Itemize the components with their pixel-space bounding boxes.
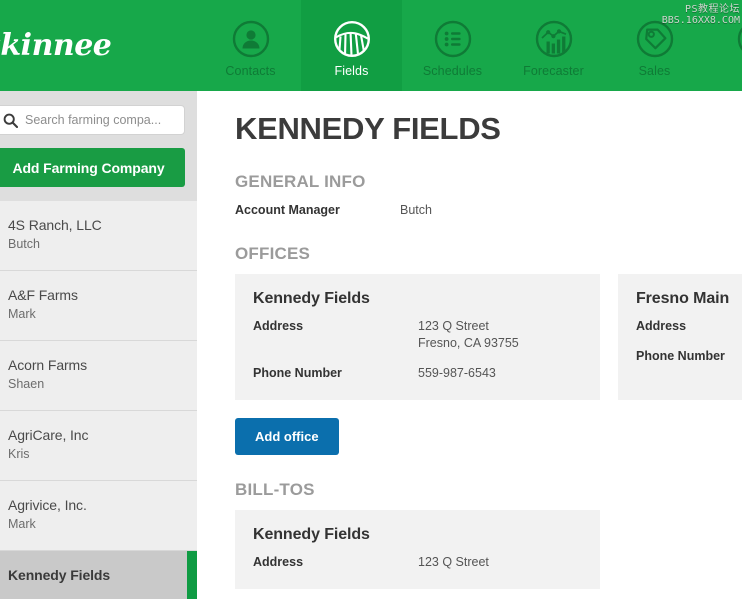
search-icon <box>3 113 18 128</box>
office-address-row: Address 123 Q Street Fresno, CA 93755 <box>253 318 582 352</box>
bill-to-address-row: Address 123 Q Street <box>253 554 582 571</box>
company-name: Kennedy Fields <box>8 566 185 584</box>
office-address-row: Address <box>636 318 742 335</box>
phone-label: Phone Number <box>253 365 418 382</box>
top-navigation-bar: skinnee Contacts <box>0 0 742 91</box>
nav-tab-forecaster[interactable]: Forecaster <box>503 0 604 91</box>
search-box[interactable] <box>0 105 185 135</box>
company-list-item[interactable]: A&F Farms Mark <box>0 271 197 341</box>
add-office-button[interactable]: Add office <box>235 418 339 455</box>
offices-heading: OFFICES <box>235 244 742 264</box>
office-card[interactable]: Kennedy Fields Address 123 Q Street Fres… <box>235 274 600 400</box>
watermark-overlay: PS教程论坛 BBS.16XX8.COM <box>662 4 740 26</box>
address-value: 123 Q Street Fresno, CA 93755 <box>418 318 519 352</box>
page-title: KENNEDY FIELDS <box>235 111 742 147</box>
watermark-line-2: BBS.16XX8.COM <box>662 15 740 26</box>
chart-forecast-icon <box>534 19 574 59</box>
account-manager-value: Butch <box>400 202 432 219</box>
main-content: KENNEDY FIELDS GENERAL INFO Account Mana… <box>200 91 742 599</box>
company-name: Agrivice, Inc. <box>8 496 185 514</box>
company-manager: Mark <box>8 305 185 323</box>
company-list-item[interactable]: 4S Ranch, LLC Butch <box>0 201 197 271</box>
address-label: Address <box>636 318 686 335</box>
nav-tabs: Contacts <box>200 0 742 91</box>
card-spacer <box>636 335 742 348</box>
account-manager-label: Account Manager <box>235 202 400 219</box>
nav-tab-label: Fields <box>335 64 369 78</box>
company-name: Acorn Farms <box>8 356 185 374</box>
phone-label: Phone Number <box>636 348 725 365</box>
address-label: Address <box>253 318 418 335</box>
company-manager: Kris <box>8 445 185 463</box>
nav-tab-schedules[interactable]: Schedules <box>402 0 503 91</box>
company-manager: Butch <box>8 235 185 253</box>
general-info-heading: GENERAL INFO <box>235 172 742 192</box>
contact-person-icon <box>231 19 271 59</box>
company-list-item-selected[interactable]: Kennedy Fields <box>0 551 197 599</box>
address-line-1: 123 Q Street <box>418 318 519 335</box>
nav-tab-label: Forecaster <box>523 64 584 78</box>
bill-to-card-title: Kennedy Fields <box>253 526 582 544</box>
company-list-item[interactable]: AgriCare, Inc Kris <box>0 411 197 481</box>
office-phone-row: Phone Number 559-987-6543 <box>253 365 582 382</box>
card-spacer <box>253 352 582 365</box>
add-farming-company-button[interactable]: Add Farming Company <box>0 148 185 187</box>
bill-tos-cards-row: Kennedy Fields Address 123 Q Street <box>235 510 742 589</box>
address-label: Address <box>253 554 418 571</box>
brand-logo[interactable]: skinnee <box>0 0 200 91</box>
address-line-1: 123 Q Street <box>418 554 489 571</box>
general-info-row: Account Manager Butch <box>235 202 742 219</box>
company-list-item[interactable]: Acorn Farms Shaen <box>0 341 197 411</box>
nav-tab-label: Contacts <box>225 64 275 78</box>
phone-value: 559-987-6543 <box>418 365 496 382</box>
nav-tab-fields[interactable]: Fields <box>301 0 402 91</box>
nav-tab-label: Sales <box>639 64 671 78</box>
nav-tab-contacts[interactable]: Contacts <box>200 0 301 91</box>
company-name: A&F Farms <box>8 286 185 304</box>
address-line-2: Fresno, CA 93755 <box>418 335 519 352</box>
company-name: 4S Ranch, LLC <box>8 216 185 234</box>
office-card-title: Kennedy Fields <box>253 290 582 308</box>
bill-tos-heading: BILL-TOS <box>235 480 742 500</box>
sidebar: Add Farming Company 4S Ranch, LLC Butch … <box>0 91 197 599</box>
watermark-line-1: PS教程论坛 <box>662 4 740 15</box>
field-rows-icon <box>332 19 372 59</box>
nav-tab-label: Schedules <box>423 64 482 78</box>
office-card-title: Fresno Main <box>636 290 742 308</box>
app-root: skinnee Contacts <box>0 0 742 599</box>
company-list: 4S Ranch, LLC Butch A&F Farms Mark Acorn… <box>0 201 197 599</box>
bill-to-card[interactable]: Kennedy Fields Address 123 Q Street <box>235 510 600 589</box>
sidebar-header: Add Farming Company <box>0 91 197 201</box>
offices-cards-row: Kennedy Fields Address 123 Q Street Fres… <box>235 274 742 400</box>
company-manager: Shaen <box>8 375 185 393</box>
office-card[interactable]: Fresno Main Address Phone Number <box>618 274 742 400</box>
company-manager: Mark <box>8 515 185 533</box>
list-checklist-icon <box>433 19 473 59</box>
office-phone-row: Phone Number <box>636 348 742 365</box>
company-list-item[interactable]: Agrivice, Inc. Mark <box>0 481 197 551</box>
brand-logo-text: skinnee <box>0 28 111 63</box>
search-input[interactable] <box>25 113 176 127</box>
company-name: AgriCare, Inc <box>8 426 185 444</box>
